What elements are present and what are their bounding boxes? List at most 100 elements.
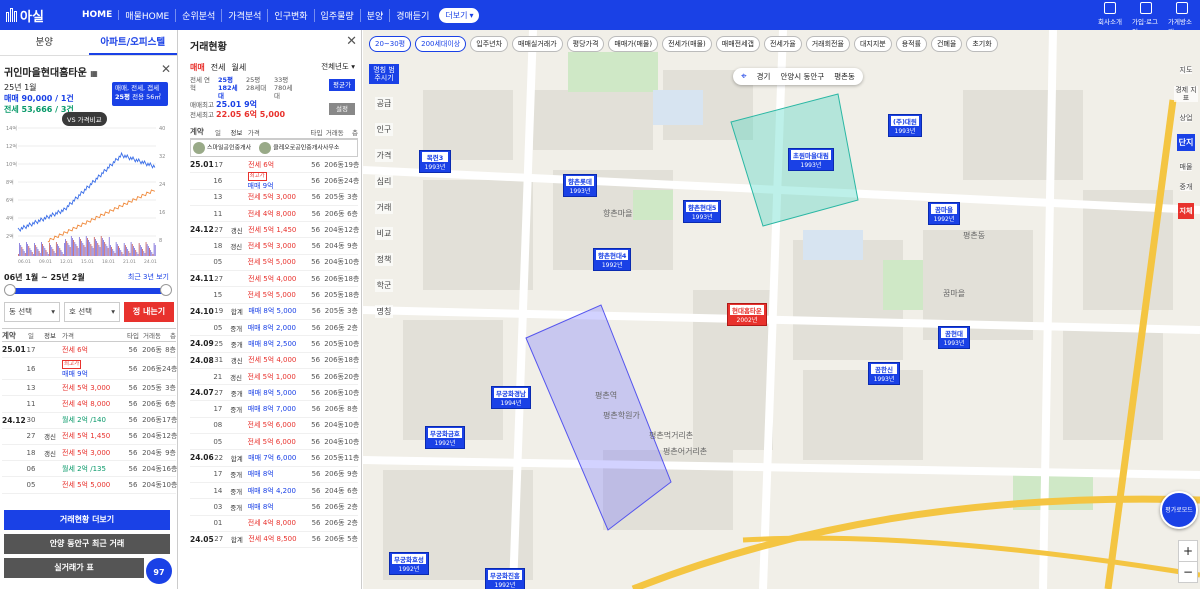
table-row[interactable]: 11 전세 4억 8,000 56 206동 6층 xyxy=(190,206,358,223)
zoom-in-button[interactable]: + xyxy=(1179,541,1197,561)
table-row[interactable]: 13 전세 5억 3,000 56 205동 3층 xyxy=(2,380,176,397)
type-selector[interactable]: 매매, 전세, 갭세 25평 전용 56㎡ xyxy=(112,82,168,106)
map-view[interactable]: 20~30평 200세대이상 입주년차 매매실거래가 평당가격 매매가(매물) 전세가(매물… xyxy=(363,30,1200,589)
tab-jeonse[interactable]: 전세 xyxy=(211,62,226,73)
table-row[interactable]: 16 최고가 매매 9억 56 206동 24층 xyxy=(2,358,177,381)
average-price-button[interactable]: 평균가 xyxy=(329,79,355,91)
filter-chip-4[interactable]: 평당가격 xyxy=(566,36,605,52)
table-row[interactable]: 24.12 30 월세 2억 /140 56 206동 17층 xyxy=(2,413,177,429)
map-tool-red[interactable]: 지체 xyxy=(1177,203,1195,219)
type-25-182[interactable]: 25평 182세대 xyxy=(218,76,240,100)
table-row[interactable]: 27 갱신 전세 5억 1,450 56 204동 12층 xyxy=(2,429,177,445)
map-tool-econ[interactable]: 경제 지표 xyxy=(1174,86,1198,102)
filter-chip-9[interactable]: 거래회전율 xyxy=(805,36,850,52)
type-25-28[interactable]: 25평 28세대 xyxy=(246,76,268,100)
map-tool-map[interactable]: 지도 xyxy=(1179,66,1193,74)
filter-chip-1[interactable]: 200세대이상 xyxy=(415,36,467,52)
close-icon[interactable]: ✕ xyxy=(346,34,357,49)
map-left-tool-1[interactable]: 인구 xyxy=(374,123,394,136)
type-33-780[interactable]: 33평 780세대 xyxy=(274,76,298,100)
nav-item-5[interactable]: 입주물량 xyxy=(315,8,361,22)
map-left-tool-3[interactable]: 심리 xyxy=(374,175,394,188)
slider-start-handle[interactable] xyxy=(4,284,16,296)
filter-chip-12[interactable]: 건폐율 xyxy=(931,36,963,52)
complex-marker[interactable]: 꿈한신 1993년 xyxy=(868,362,900,385)
table-row[interactable]: 05 전세 5억 5,000 56 204동 10층 xyxy=(2,477,177,494)
table-row[interactable]: 17 중개 매매 8억 56 206동 9층 xyxy=(190,467,358,483)
label-button[interactable]: 명칭 xyxy=(374,305,394,318)
loc-dong[interactable]: 평촌동 xyxy=(834,71,855,82)
complex-marker[interactable]: 무궁화효성 1992년 xyxy=(389,552,429,575)
complex-marker[interactable]: 꿈현대 1993년 xyxy=(938,326,970,349)
slider-end-handle[interactable] xyxy=(160,284,172,296)
complex-marker[interactable]: 무궁화진흥 1992년 xyxy=(485,568,525,589)
loc-city[interactable]: 안양시 동안구 xyxy=(780,71,824,82)
nav-item-0[interactable]: HOME xyxy=(76,10,120,20)
table-row[interactable]: 13 전세 5억 3,000 56 205동 3층 xyxy=(190,190,358,206)
count-badge[interactable]: 97 xyxy=(146,558,172,584)
map-tool-complex[interactable]: 단지 xyxy=(1176,134,1196,151)
nav-item-4[interactable]: 인구변화 xyxy=(268,8,315,22)
table-row[interactable]: 24.10 19 합계 매매 8억 5,000 56 205동 3층 xyxy=(190,304,358,320)
label-toggle[interactable]: 명칭 범주시기 xyxy=(369,64,399,84)
table-row[interactable]: 24.05 27 합계 전세 4억 8,500 56 206동 5층 xyxy=(190,532,358,549)
table-row[interactable]: 24.11 27 전세 5억 4,000 56 206동 18층 xyxy=(190,271,359,288)
tab-bunyang[interactable]: 분양 xyxy=(0,30,89,55)
complex-marker[interactable]: 목련3 1993년 xyxy=(419,150,451,173)
filter-chip-8[interactable]: 전세가율 xyxy=(763,36,802,52)
complex-marker[interactable]: 무궁화경남 1994년 xyxy=(491,386,531,409)
loc-province[interactable]: 경기 xyxy=(757,71,771,82)
recent-3y-link[interactable]: 최근 3년 보기 xyxy=(128,272,169,282)
table-row[interactable]: 05 중개 매매 8억 2,000 56 206동 2층 xyxy=(190,320,358,337)
table-row[interactable]: 06 월세 2억 /135 56 204동 16층 xyxy=(2,461,177,478)
table-row[interactable]: 03 중개 매매 8억 56 206동 2층 xyxy=(190,499,358,516)
dong-select[interactable]: 동 선택 ▾ xyxy=(4,302,60,322)
table-row[interactable]: 24.12 27 갱신 전세 5억 1,450 56 204동 12층 xyxy=(190,222,359,239)
table-row[interactable]: 18 갱신 전세 5억 3,000 56 204동 9층 xyxy=(2,445,176,462)
map-tool-agent[interactable]: 중개 xyxy=(1179,183,1193,191)
zoom-out-button[interactable]: − xyxy=(1179,561,1197,582)
ho-select[interactable]: 호 선택 ▾ xyxy=(64,302,120,322)
nav-item-2[interactable]: 순위분석 xyxy=(176,8,223,22)
recent-area-transactions-button[interactable]: 안양 동안구 최근 거래 xyxy=(4,534,170,554)
table-row[interactable]: 18 갱신 전세 5억 3,000 56 204동 9층 xyxy=(190,238,358,255)
crosshair-icon[interactable]: ⌖ xyxy=(741,71,747,82)
agent-item[interactable]: 스마일공인중개사 xyxy=(193,142,251,154)
more-button[interactable]: 더보기 ▾ xyxy=(439,7,480,23)
filter-chip-0[interactable]: 20~30평 xyxy=(369,36,412,52)
tab-sale[interactable]: 매매 xyxy=(190,62,205,73)
table-row[interactable]: 24.06 22 합계 매매 7억 6,000 56 205동 11층 xyxy=(190,450,359,467)
complex-marker[interactable]: 향촌롯데 1993년 xyxy=(563,174,597,197)
period-slider[interactable] xyxy=(4,284,172,296)
nav-item-6[interactable]: 분양 xyxy=(361,8,391,22)
more-transactions-button[interactable]: 거래현황 더보기 xyxy=(4,510,170,530)
type-history[interactable]: 전세 연혁 xyxy=(190,76,212,100)
map-left-tool-2[interactable]: 가격 xyxy=(374,149,394,162)
complex-marker[interactable]: 초원마을대림 1993년 xyxy=(788,148,834,171)
agent-item[interactable]: 클레오로공인중개사사무소 xyxy=(259,142,339,154)
filter-chip-3[interactable]: 매매실거래가 xyxy=(512,36,563,52)
tab-monthly[interactable]: 월세 xyxy=(231,62,246,73)
map-tool-listing[interactable]: 매물 xyxy=(1179,163,1193,171)
nav-item-7[interactable]: 경매듣기 xyxy=(390,9,435,22)
table-row[interactable]: 25.01 17 전세 6억 56 206동 8층 xyxy=(2,342,176,359)
table-row[interactable]: 01 전세 4억 8,000 56 206동 2층 xyxy=(190,516,358,532)
table-row[interactable]: 11 전세 4억 8,000 56 206동 6층 xyxy=(2,396,176,413)
complex-marker[interactable]: 꿈마을 1992년 xyxy=(928,202,960,225)
filter-chip-11[interactable]: 용적률 xyxy=(895,36,928,52)
complex-marker[interactable]: 향촌현대5 1993년 xyxy=(683,200,722,223)
filter-chip-13[interactable]: 초기화 xyxy=(966,36,998,52)
table-row[interactable]: 24.07 27 중개 매매 8억 5,000 56 206동 10층 xyxy=(190,385,359,402)
map-left-tool-6[interactable]: 정책 xyxy=(374,253,394,266)
complex-marker[interactable]: (주)대원 1993년 xyxy=(888,114,922,137)
filter-chip-7[interactable]: 매매전세갭 xyxy=(715,36,760,52)
settings-button[interactable]: 설정 xyxy=(329,103,355,115)
brand-logo[interactable]: 아실 xyxy=(6,6,76,25)
filter-chip-5[interactable]: 매매가(매물) xyxy=(608,36,659,52)
vs-compare-button[interactable]: VS 가격비교 xyxy=(62,112,107,126)
price-table-button[interactable]: 실거래가 표 xyxy=(4,558,144,578)
complex-marker[interactable]: 향촌현대4 1992년 xyxy=(593,248,632,271)
table-row[interactable]: 08 전세 5억 6,000 56 204동 10층 xyxy=(190,418,359,435)
table-row[interactable]: 05 전세 5억 5,000 56 204동 10층 xyxy=(190,255,359,272)
map-left-tool-7[interactable]: 학군 xyxy=(374,279,394,292)
